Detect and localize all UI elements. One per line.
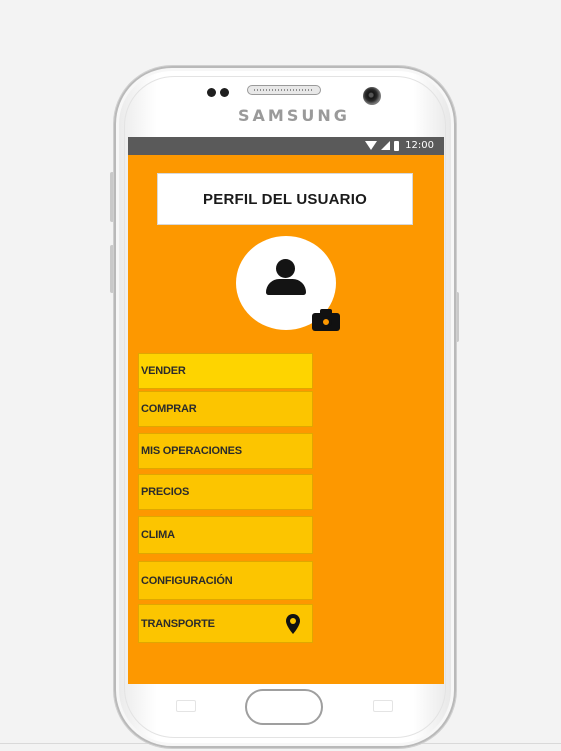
menu-item-precios[interactable]: PRECIOS (138, 474, 313, 510)
device-brand: SAMSUNG (238, 106, 350, 125)
person-icon (266, 279, 306, 295)
menu-item-label: CLIMA (141, 529, 175, 541)
menu-item-label: VENDER (141, 365, 186, 377)
status-bar: 12:00 (128, 137, 444, 155)
menu-item-clima[interactable]: CLIMA (138, 516, 313, 554)
location-pin-icon (286, 613, 300, 634)
phone-screen: 12:00 PERFIL DEL USUARIO VENDER COMPRAR … (128, 137, 444, 684)
status-icons: 12:00 (365, 140, 434, 151)
camera-icon[interactable] (312, 308, 340, 331)
back-key (373, 700, 393, 712)
menu-item-label: CONFIGURACIÓN (141, 574, 233, 587)
front-camera (363, 87, 381, 105)
menu-item-transporte[interactable]: TRANSPORTE (138, 604, 313, 643)
home-button[interactable] (245, 689, 323, 725)
menu-item-label: MIS OPERACIONES (141, 445, 242, 457)
status-time: 12:00 (405, 140, 434, 151)
battery-icon (394, 140, 400, 151)
menu-item-mis-operaciones[interactable]: MIS OPERACIONES (138, 433, 313, 469)
signal-icon (381, 141, 391, 150)
page-title-box: PERFIL DEL USUARIO (157, 173, 413, 225)
menu-item-configuracion[interactable]: CONFIGURACIÓN (138, 561, 313, 600)
recent-apps-key (176, 700, 196, 712)
page-title: PERFIL DEL USUARIO (203, 190, 367, 208)
earpiece-speaker (247, 85, 321, 95)
menu-item-label: COMPRAR (141, 403, 197, 415)
menu-item-label: TRANSPORTE (141, 617, 215, 630)
sensor-dot (207, 88, 216, 97)
menu-item-label: PRECIOS (141, 486, 190, 498)
sensor-dot (220, 88, 229, 97)
wifi-icon (365, 141, 378, 150)
person-icon (276, 259, 295, 278)
menu-item-comprar[interactable]: COMPRAR (138, 391, 313, 427)
menu-item-vender[interactable]: VENDER (138, 353, 313, 389)
